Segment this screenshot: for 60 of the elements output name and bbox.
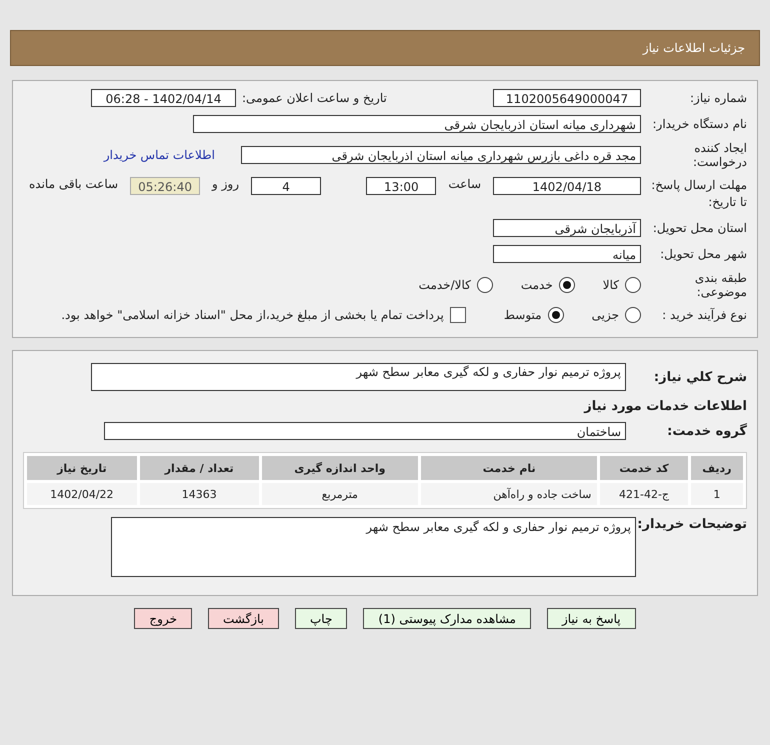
process-radio[interactable]: متوسط xyxy=(504,307,564,323)
column-header: تعداد / مقدار xyxy=(140,456,259,480)
radio-icon[interactable] xyxy=(625,277,641,293)
description-field: پروژه ترمیم نوار حفاری و لکه گیری معابر سطح شهر xyxy=(91,363,626,391)
table-cell: ج-42-421 xyxy=(600,483,688,505)
requester-field: مجد قره داغی بازرس شهرداری میانه استان اذربایجان شرقی xyxy=(241,146,641,164)
process-radio[interactable]: جزیی xyxy=(592,307,641,323)
buyer-org-field: شهرداری میانه استان اذربایجان شرقی xyxy=(193,115,641,133)
column-header: ردیف xyxy=(690,456,743,480)
radio-icon[interactable] xyxy=(558,277,575,293)
category-radio[interactable]: کالا xyxy=(602,277,641,293)
table-cell: 1402/04/22 xyxy=(27,483,137,505)
category-radio[interactable]: خدمت xyxy=(520,277,575,293)
contact-link[interactable]: اطلاعات تماس خریدار xyxy=(104,148,215,162)
field-label: نوع فرآیند خرید : xyxy=(661,308,747,322)
radio-icon[interactable] xyxy=(548,307,564,323)
field-label: توضیحات خریدار: xyxy=(636,517,747,532)
radio-icon[interactable] xyxy=(476,277,493,293)
field-label: ایجاد کننده درخواست: xyxy=(692,141,747,169)
table-cell: مترمربع xyxy=(262,483,418,505)
column-header: تاریخ نیاز xyxy=(27,456,137,480)
table-cell: ساخت جاده و راه‌آهن xyxy=(421,483,598,505)
service-group-field: ساختمان xyxy=(104,422,626,440)
remaining-time-field: 05:26:40 xyxy=(130,177,200,195)
section-title: اطلاعات خدمات مورد نیاز xyxy=(584,399,747,414)
days-label: روز و xyxy=(210,177,240,191)
radio-icon[interactable] xyxy=(625,307,641,323)
province-field: آذربایجان شرقی xyxy=(493,219,641,237)
column-header: کد خدمت xyxy=(600,456,688,480)
field-label: استان محل تحویل: xyxy=(652,221,747,235)
field-label: گروه خدمت: xyxy=(666,424,747,438)
action-button[interactable]: چاپ xyxy=(295,608,348,629)
action-button[interactable]: خروج xyxy=(134,608,192,629)
column-header: نام خدمت xyxy=(421,456,598,480)
column-header: واحد اندازه گیری xyxy=(262,456,418,480)
payment-checkbox[interactable] xyxy=(450,307,466,323)
page-title: جزئیات اطلاعات نیاز xyxy=(642,41,745,55)
field-label: شهر محل تحویل: xyxy=(659,247,747,261)
action-button[interactable]: مشاهده مدارک پیوستی (1) xyxy=(363,608,531,629)
field-label: مهلت ارسال پاسخ: تا تاریخ: xyxy=(650,177,747,211)
table-cell: 1 xyxy=(690,483,743,505)
deadline-time-field: 13:00 xyxy=(366,177,436,195)
announce-date-field: 1402/04/14 - 06:28 xyxy=(91,89,236,107)
field-label: طبقه بندی موضوعی: xyxy=(694,271,747,299)
action-button[interactable]: پاسخ به نیاز xyxy=(546,608,636,629)
field-label: شماره نیاز: xyxy=(689,91,747,105)
remaining-label: ساعت باقی مانده xyxy=(28,177,120,191)
table-cell: 14363 xyxy=(140,483,259,505)
deadline-date-field: 1402/04/18 xyxy=(493,177,641,195)
field-label: شرح کلي نياز: xyxy=(652,370,747,384)
field-label: نام دستگاه خریدار: xyxy=(652,117,747,131)
need-number-field: 1102005649000047 xyxy=(493,89,641,107)
action-button[interactable]: بازگشت xyxy=(208,608,279,629)
buyer-notes-field: پروژه ترمیم نوار حفاری و لکه گیری معابر سطح شهر xyxy=(111,517,636,577)
payment-note: پرداخت تمام یا بخشی از مبلغ خرید،از محل "اسناد خزانه اسلامی" خواهد بود. xyxy=(61,308,444,322)
category-radio[interactable]: کالا/خدمت xyxy=(418,277,493,293)
days-field: 4 xyxy=(251,177,322,195)
city-field: میانه xyxy=(493,245,641,263)
time-label: ساعت xyxy=(447,177,482,191)
field-label: تاریخ و ساعت اعلان عمومی: xyxy=(242,91,388,105)
